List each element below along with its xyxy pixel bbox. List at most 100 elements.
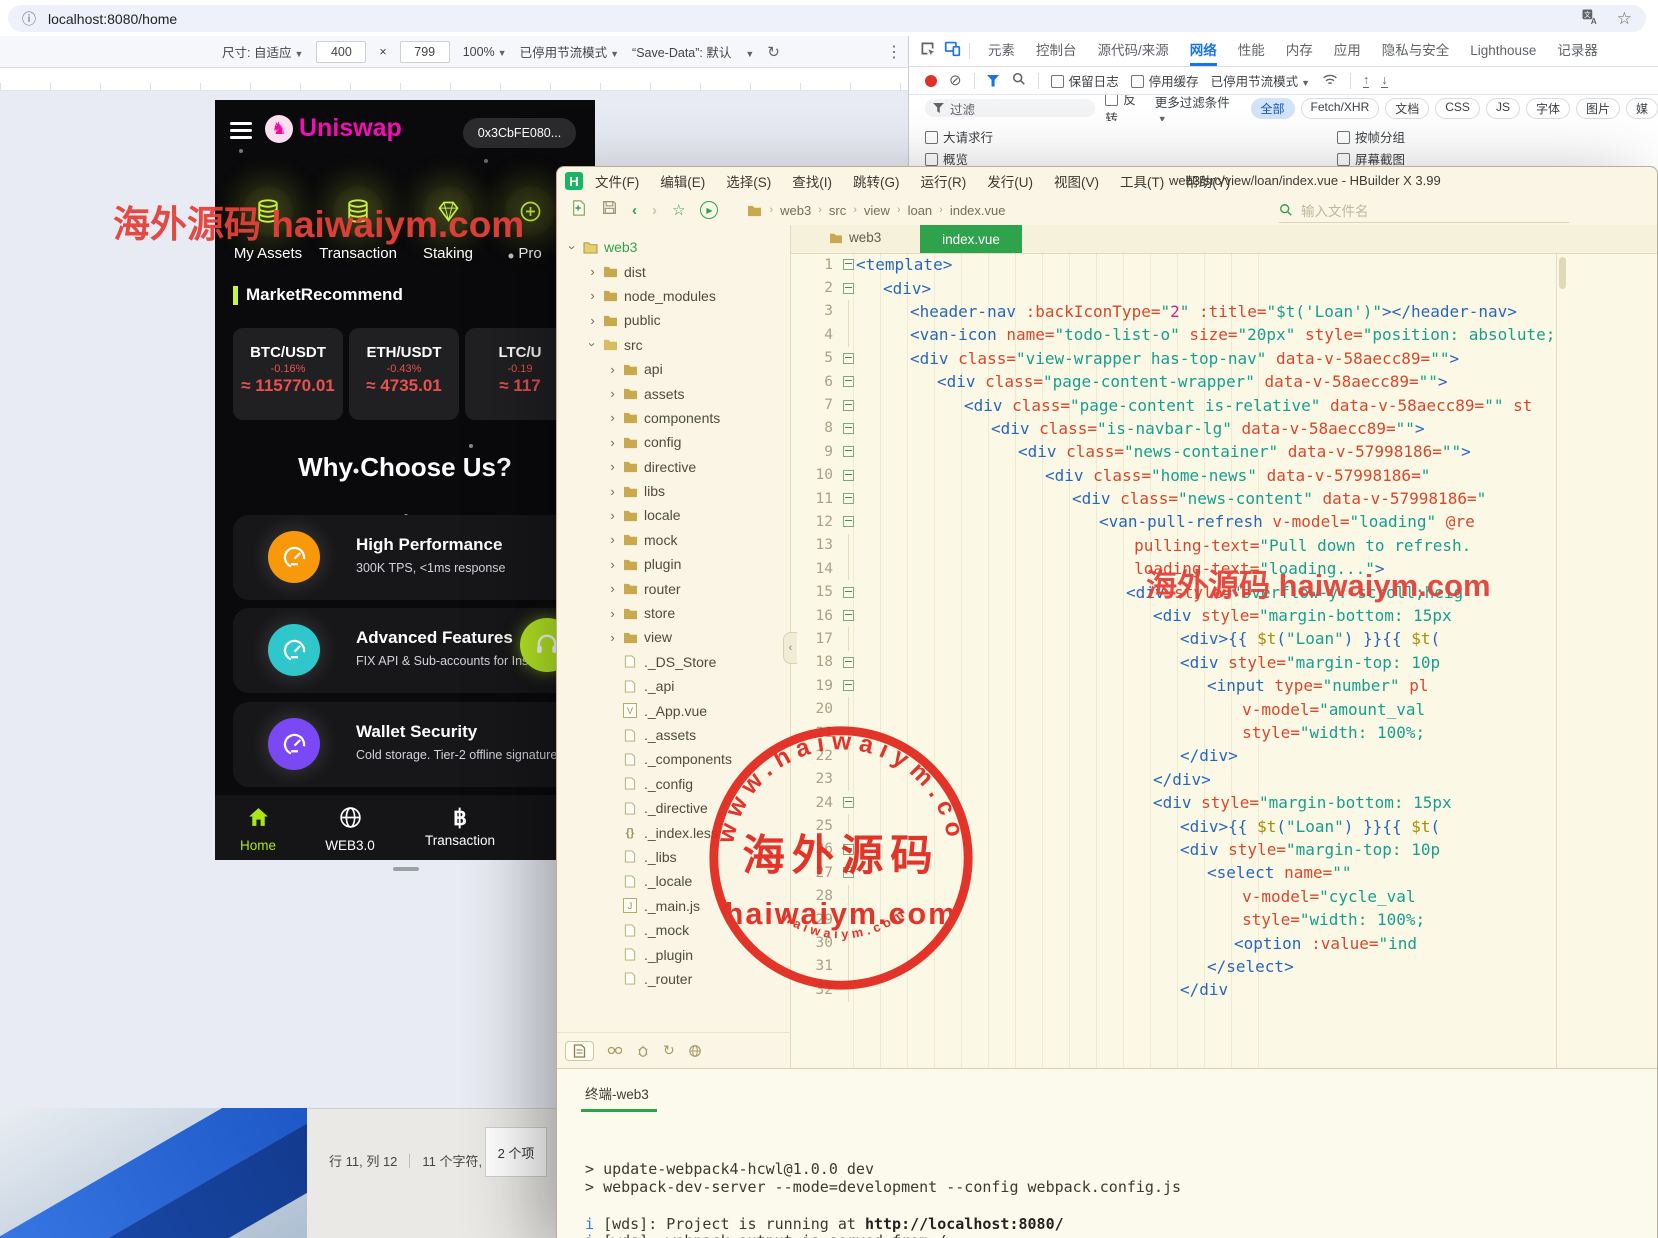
market-card[interactable]: BTC/USDT-0.16%≈ 115770.01 [233,328,343,420]
tree-item-._directive[interactable]: ._directive [557,796,790,820]
back-icon[interactable]: ‹ [632,202,637,219]
breadcrumb-item-loan[interactable]: loan [908,203,933,218]
favorite-star-icon[interactable]: ☆ [672,201,685,219]
file-search-input[interactable]: 输入文件名 [1279,198,1569,223]
tree-item-mock[interactable]: ›mock [557,528,790,552]
filter-chip-图片[interactable]: 图片 [1576,98,1620,119]
clear-icon[interactable]: ⊘ [949,73,962,88]
tree-item-libs[interactable]: ›libs [557,479,790,503]
tree-item-locale[interactable]: ›locale [557,503,790,527]
my-assets-icon[interactable] [242,185,294,237]
devtools-tab-Lighthouse[interactable]: Lighthouse [1470,36,1536,66]
breadcrumb-item-web3[interactable]: web3 [780,203,811,218]
fold-marker[interactable] [840,791,856,814]
inspect-icon[interactable] [919,40,936,62]
tree-item-._DS_Store[interactable]: ._DS_Store [557,650,790,674]
fold-marker[interactable] [840,347,856,370]
fold-marker[interactable] [840,861,856,884]
wallet-address-button[interactable]: 0x3CbFE080... [463,118,576,148]
save-icon[interactable] [602,200,617,220]
new-file-icon[interactable] [571,200,587,221]
tree-item-node_modules[interactable]: ›node_modules [557,284,790,308]
tree-chevron-icon[interactable]: › [605,557,620,572]
tree-chevron-icon[interactable]: › [605,630,620,645]
menu-查找(I)[interactable]: 查找(I) [792,171,832,191]
tree-chevron-icon[interactable]: › [565,240,580,255]
debug-tab-icon[interactable] [636,1044,650,1058]
more-filters-dropdown[interactable]: 更多过滤条件▼ [1155,95,1235,121]
fold-marker[interactable] [840,674,856,697]
devtools-tab-源代码/来源[interactable]: 源代码/来源 [1098,36,1169,66]
viewport-height-input[interactable]: 799 [400,41,450,63]
quick-label[interactable]: My Assets [220,245,316,262]
tree-item-api[interactable]: ›api [557,357,790,381]
viewport-width-input[interactable]: 400 [316,41,366,63]
terminal-output[interactable]: > update-webpack4-hcwl@1.0.0 dev> webpac… [585,1069,1657,1238]
devtools-tab-控制台[interactable]: 控制台 [1036,36,1077,66]
export-har-icon[interactable]: ↓ [1381,73,1387,88]
tree-item-web3[interactable]: ›web3 [557,235,790,259]
run-icon[interactable]: ▶ [700,201,718,219]
tree-chevron-icon[interactable]: › [605,508,620,523]
devtools-tab-元素[interactable]: 元素 [988,36,1015,66]
tree-item-config[interactable]: ›config [557,430,790,454]
device-toolbar-menu-icon[interactable]: ⋮ [886,42,902,62]
address-bar[interactable]: ⓘ localhost:8080/home 文A ☆ [8,5,1646,32]
preserve-log-checkbox[interactable]: 保留日志 [1051,71,1119,90]
tree-item-._assets[interactable]: ._assets [557,723,790,747]
feature-card[interactable]: Wallet Security Cold storage. Tier-2 off… [233,702,585,787]
tree-item-._locale[interactable]: ._locale [557,869,790,893]
tree-chevron-icon[interactable]: › [605,386,620,401]
tree-item-public[interactable]: ›public [557,308,790,332]
big-request-rows-checkbox[interactable]: 大请求行 [925,127,1337,146]
device-size-select[interactable]: 尺寸: 自适应▼ [222,42,303,61]
tree-chevron-icon[interactable]: › [605,362,620,377]
fold-marker[interactable] [840,651,856,674]
invert-checkbox[interactable]: 反转 [1105,95,1144,121]
filter-toggle-icon[interactable] [987,75,1000,87]
tree-item-directive[interactable]: ›directive [557,455,790,479]
throttle-dropdown[interactable]: 已停用节流模式▼ [1211,71,1310,90]
network-filter-input[interactable]: 过滤 [925,99,1095,117]
network-conditions-icon[interactable] [1322,73,1338,89]
tree-chevron-icon[interactable]: › [605,484,620,499]
search-icon[interactable] [1012,72,1026,89]
filter-chip-字体[interactable]: 字体 [1526,98,1570,119]
menu-跳转(G)[interactable]: 跳转(G) [853,171,900,191]
tree-item-._config[interactable]: ._config [557,772,790,796]
tree-item-plugin[interactable]: ›plugin [557,552,790,576]
devtools-tab-应用[interactable]: 应用 [1334,36,1361,66]
fold-marker[interactable] [840,510,856,533]
transaction-icon[interactable] [332,185,384,237]
tree-item-._mock[interactable]: ._mock [557,918,790,942]
tree-item-._components[interactable]: ._components [557,747,790,771]
fold-marker[interactable] [840,370,856,393]
menu-选择(S)[interactable]: 选择(S) [726,171,771,191]
page-scroll-handle[interactable] [393,867,419,871]
code-editor[interactable]: web3 index.vue 1 <template>2 <div>3 <hea… [791,225,1657,1068]
sync-tab-icon[interactable]: ↻ [663,1042,675,1059]
tree-item-._plugin[interactable]: ._plugin [557,942,790,966]
screenshots-checkbox[interactable]: 屏幕截图 [1337,149,1405,168]
tree-chevron-icon[interactable]: › [605,532,620,547]
device-toggle-icon[interactable] [944,40,961,62]
menu-工具(T)[interactable]: 工具(T) [1120,171,1164,191]
save-data-select[interactable]: “Save-Data”: 默认▼ [632,42,754,61]
filter-chip-全部[interactable]: 全部 [1251,98,1295,119]
fold-marker[interactable] [840,253,856,276]
fold-marker[interactable] [840,487,856,510]
menu-文件(F)[interactable]: 文件(F) [595,171,639,191]
tree-chevron-icon[interactable]: › [605,459,620,474]
fold-marker[interactable] [840,580,856,603]
tree-item-._App.vue[interactable]: V._App.vue [557,698,790,722]
explorer-tab-icon[interactable] [565,1041,594,1061]
tree-item-store[interactable]: ›store [557,601,790,625]
filter-chip-文档[interactable]: 文档 [1385,98,1429,119]
tree-chevron-icon[interactable]: › [585,264,600,279]
breadcrumb-item-index.vue[interactable]: index.vue [950,203,1006,218]
breadcrumb-item-src[interactable]: src [829,203,846,218]
menu-icon[interactable] [230,122,252,139]
staking-icon[interactable] [422,185,474,237]
breadcrumb-item-view[interactable]: view [864,203,890,218]
tree-chevron-icon[interactable]: › [585,288,600,303]
